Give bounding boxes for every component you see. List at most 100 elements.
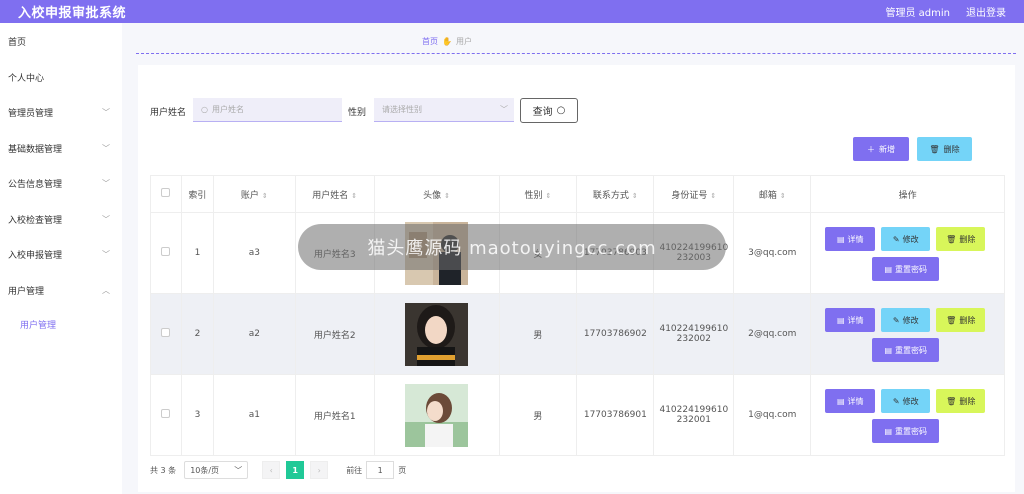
detail-button[interactable]: ▤ 详情 <box>825 227 876 251</box>
sidebar-item-label: 首页 <box>8 37 27 48</box>
sidebar-item-home[interactable]: 首页 <box>0 31 122 51</box>
cell-gender: 男 <box>498 293 578 375</box>
chevron-down-icon: ﹀ <box>102 214 110 224</box>
cell-email: 1@qq.com <box>733 374 812 456</box>
document-icon: ▤ <box>884 264 893 274</box>
sort-icon[interactable]: ⇕ <box>780 192 786 200</box>
row-select-cell[interactable] <box>150 293 182 375</box>
cell-name: 用户姓名2 <box>294 293 375 375</box>
row-select-cell[interactable] <box>150 212 182 294</box>
admin-user-label[interactable]: 管理员 admin <box>885 4 950 19</box>
chevron-up-icon: ︿ <box>102 285 110 295</box>
content-panel: 用户姓名 ○ 用户姓名 性别 请选择性别 ﹀ 查询 ○ ＋ 新增 🗑 删除 索引… <box>138 65 1015 492</box>
name-search-input[interactable]: ○ 用户姓名 <box>193 98 342 122</box>
cell-name: 用户姓名1 <box>294 374 375 456</box>
column-header: 索引 <box>180 175 214 213</box>
row-checkbox[interactable] <box>161 409 171 418</box>
document-icon: ▤ <box>836 234 845 244</box>
sidebar-subitem-user-manage[interactable]: 用户管理 <box>0 314 122 334</box>
trash-icon: 🗑 <box>946 315 957 325</box>
column-header[interactable]: 用户姓名 ⇕ <box>294 175 375 213</box>
breadcrumb-home[interactable]: 首页 <box>422 36 438 47</box>
edit-button[interactable]: ✎ 修改 <box>881 308 931 332</box>
column-header[interactable]: 账户 ⇕ <box>212 175 296 213</box>
goto-page-input[interactable]: 1 <box>366 461 395 479</box>
sidebar-item-label: 用户管理 <box>8 286 45 297</box>
cell-account: a2 <box>212 293 296 375</box>
column-header[interactable]: 头像 ⇕ <box>373 175 500 213</box>
trash-icon: 🗑 <box>929 144 940 154</box>
select-all-cell[interactable] <box>150 175 182 213</box>
reset-password-button[interactable]: ▤ 重置密码 <box>872 419 940 443</box>
row-checkbox[interactable] <box>161 247 171 256</box>
page-size-select[interactable]: 10条/页 ﹀ <box>184 461 249 479</box>
document-icon: ▤ <box>836 315 845 325</box>
sidebar-item-label: 管理员管理 <box>8 108 54 119</box>
page-number-current[interactable]: 1 <box>286 461 305 479</box>
chevron-down-icon: ﹀ <box>102 178 110 188</box>
gender-select[interactable]: 请选择性别 ﹀ <box>374 98 514 122</box>
batch-delete-button[interactable]: 🗑 删除 <box>917 137 972 161</box>
plus-icon: ＋ <box>867 144 875 154</box>
hand-icon: ✋ <box>442 37 452 46</box>
sort-icon[interactable]: ⇕ <box>632 192 638 200</box>
query-button[interactable]: 查询 ○ <box>520 98 578 123</box>
cell-email: 2@qq.com <box>733 293 812 375</box>
row-select-cell[interactable] <box>150 374 182 456</box>
breadcrumb-current: 用户 <box>455 37 472 46</box>
sidebar-item-label: 入校申报管理 <box>8 250 63 261</box>
edit-button[interactable]: ✎ 修改 <box>881 389 931 413</box>
goto-suffix: 页 <box>398 465 407 475</box>
detail-button[interactable]: ▤ 详情 <box>825 389 876 413</box>
reset-password-button[interactable]: ▤ 重置密码 <box>872 338 940 362</box>
detail-button[interactable]: ▤ 详情 <box>825 308 876 332</box>
column-header[interactable]: 身份证号 ⇕ <box>653 175 735 213</box>
sidebar-item-base-data[interactable]: 基础数据管理 ﹀ <box>0 138 122 158</box>
user-table: 索引 账户 ⇕ 用户姓名 ⇕ 头像 ⇕ 性别 ⇕ 联系方式 ⇕ 身份证号 ⇕ 邮箱 ⇕ 操作 … <box>150 175 1005 456</box>
chevron-down-icon: ﹀ <box>500 105 508 114</box>
cell-gender: 男 <box>498 374 578 456</box>
cell-index: 2 <box>180 293 214 375</box>
column-header[interactable]: 性别 ⇕ <box>498 175 578 213</box>
next-page-button[interactable]: › <box>310 461 329 479</box>
prev-page-button[interactable]: ‹ <box>262 461 281 479</box>
sort-icon[interactable]: ⇕ <box>262 192 268 200</box>
cell-id-number: 410224199610 232001 <box>653 374 735 456</box>
delete-button[interactable]: 🗑 删除 <box>936 308 986 332</box>
logout-link[interactable]: 退出登录 <box>966 4 1006 19</box>
name-search-label: 用户姓名 <box>150 108 187 118</box>
sidebar-item-entry-check[interactable]: 入校检查管理 ﹀ <box>0 209 122 229</box>
delete-button[interactable]: 🗑 删除 <box>936 227 986 251</box>
cell-account: a3 <box>212 212 296 294</box>
sort-icon[interactable]: ⇕ <box>351 192 357 200</box>
reset-password-button[interactable]: ▤ 重置密码 <box>872 257 940 281</box>
cell-email: 3@qq.com <box>733 212 812 294</box>
watermark-banner: 猫头鹰源码 maotouyingcc.com <box>298 224 726 270</box>
sort-icon[interactable]: ⇕ <box>444 192 450 200</box>
chevron-left-icon: ‹ <box>269 465 273 475</box>
chevron-right-icon: › <box>317 465 321 475</box>
sidebar-item-profile[interactable]: 个人中心 <box>0 67 122 87</box>
sort-icon[interactable]: ⇕ <box>546 192 552 200</box>
sort-icon[interactable]: ⇕ <box>710 192 716 200</box>
add-button[interactable]: ＋ 新增 <box>853 137 909 161</box>
select-all-checkbox[interactable] <box>161 188 171 197</box>
sidebar: 首页 个人中心 管理员管理 ﹀ 基础数据管理 ﹀ 公告信息管理 ﹀ 入校检查管理… <box>0 23 122 494</box>
goto-prefix: 前往 <box>346 465 363 475</box>
table-row: 3 a1 用户姓名1 男 17703786901 410224199610 23… <box>150 374 1005 456</box>
sidebar-item-entry-declare[interactable]: 入校申报管理 ﹀ <box>0 244 122 264</box>
app-title: 入校申报审批系统 <box>18 6 127 21</box>
cell-index: 3 <box>180 374 214 456</box>
column-header[interactable]: 联系方式 ⇕ <box>576 175 655 213</box>
trash-icon: 🗑 <box>946 234 957 244</box>
column-header[interactable]: 邮箱 ⇕ <box>733 175 812 213</box>
table-header-row: 索引 账户 ⇕ 用户姓名 ⇕ 头像 ⇕ 性别 ⇕ 联系方式 ⇕ 身份证号 ⇕ 邮箱 ⇕ 操作 <box>150 175 1005 213</box>
chevron-down-icon: ﹀ <box>102 107 110 117</box>
sidebar-item-admin-manage[interactable]: 管理员管理 ﹀ <box>0 102 122 122</box>
sidebar-item-notice[interactable]: 公告信息管理 ﹀ <box>0 173 122 193</box>
sidebar-item-user-manage[interactable]: 用户管理 ︿ <box>0 280 122 300</box>
delete-button[interactable]: 🗑 删除 <box>936 389 986 413</box>
edit-button[interactable]: ✎ 修改 <box>881 227 931 251</box>
chevron-down-icon: ﹀ <box>102 143 110 153</box>
row-checkbox[interactable] <box>161 328 171 337</box>
